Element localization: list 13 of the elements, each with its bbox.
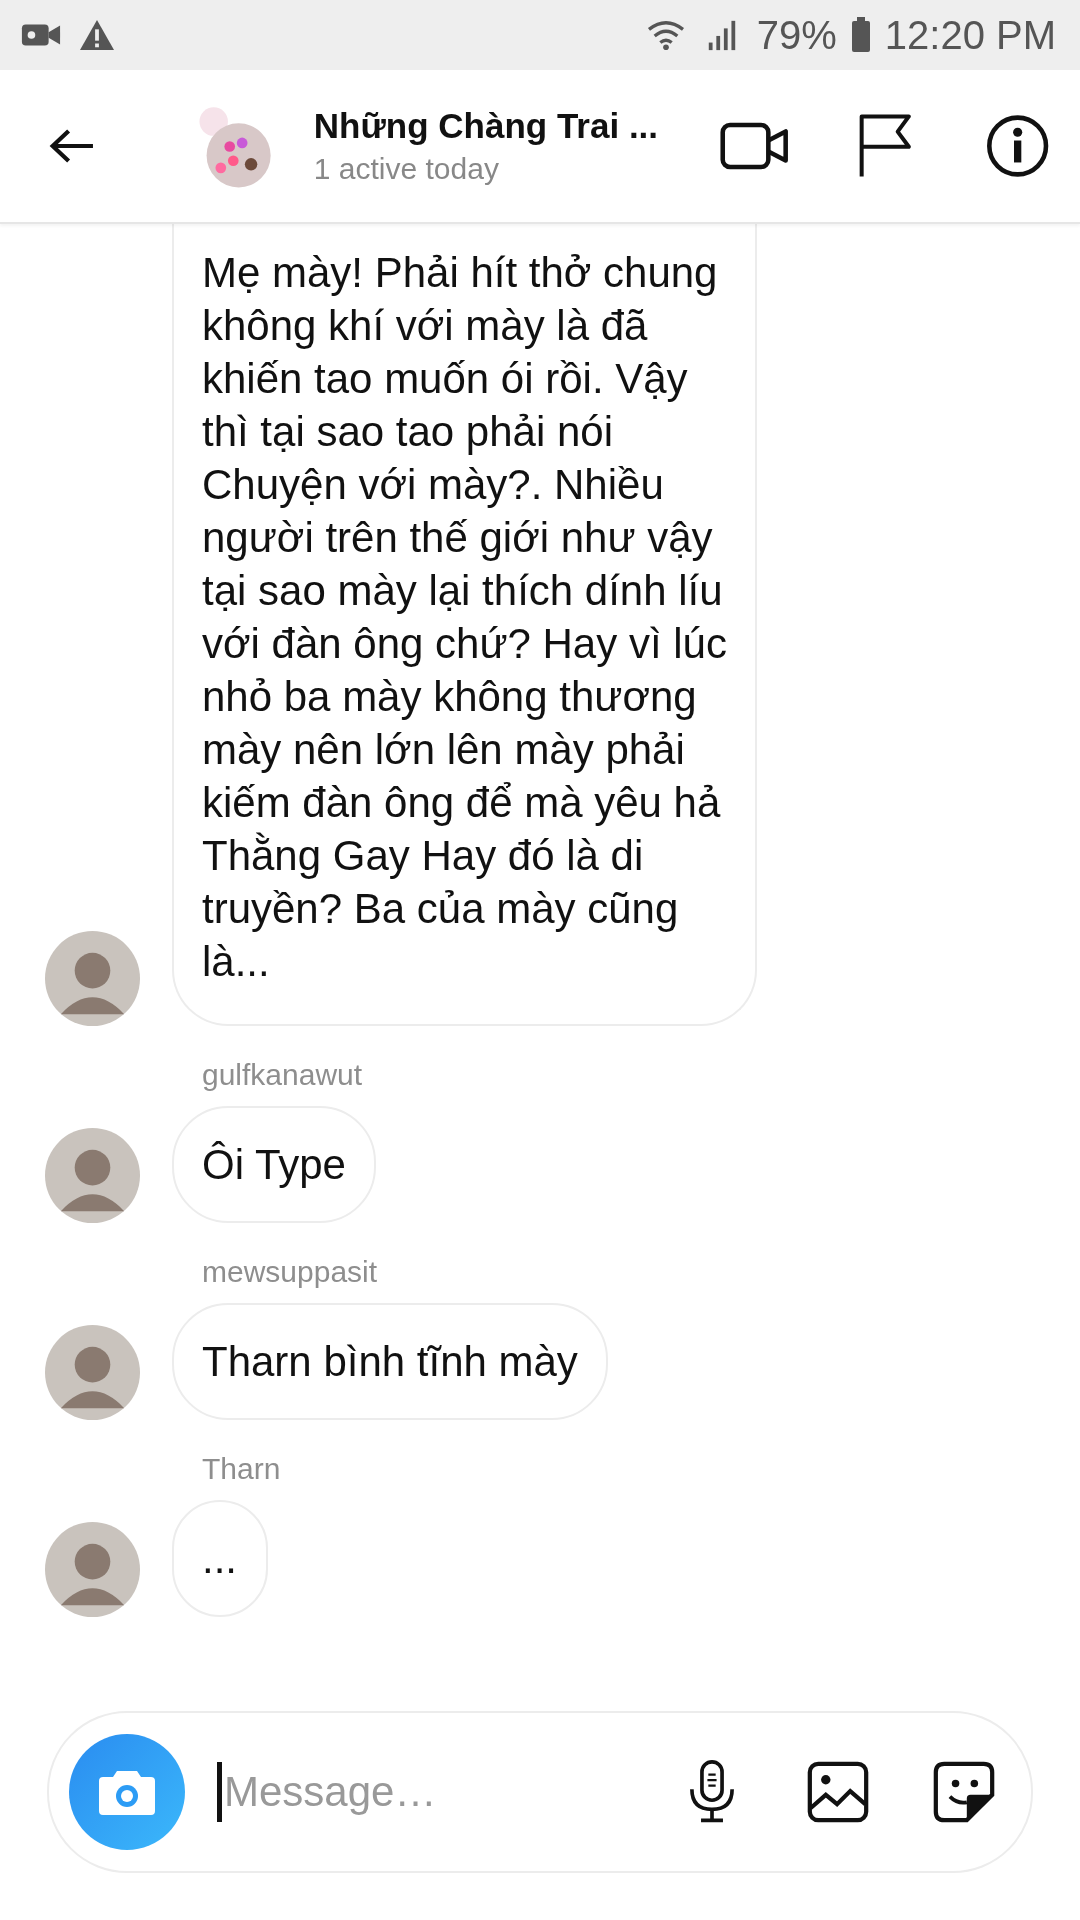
message-bubble: Ôi Type [172, 1106, 376, 1223]
sender-name: mewsuppasit [202, 1255, 379, 1289]
gallery-icon[interactable] [807, 1760, 869, 1824]
sender-name: Tharn [202, 1452, 282, 1486]
battery-percentage: 79% [756, 12, 837, 58]
clock: 12:20 PM [884, 12, 1056, 58]
chat-title: Những Chàng Trai ... [313, 106, 659, 146]
message-bubble: Tharn bình tĩnh mày [172, 1303, 608, 1420]
sender-name: gulfkanawut [202, 1058, 364, 1092]
active-status: 1 active today [313, 152, 500, 186]
message-bubble: ... [172, 1500, 268, 1617]
sticker-icon[interactable] [933, 1760, 995, 1824]
battery-icon [850, 17, 871, 53]
